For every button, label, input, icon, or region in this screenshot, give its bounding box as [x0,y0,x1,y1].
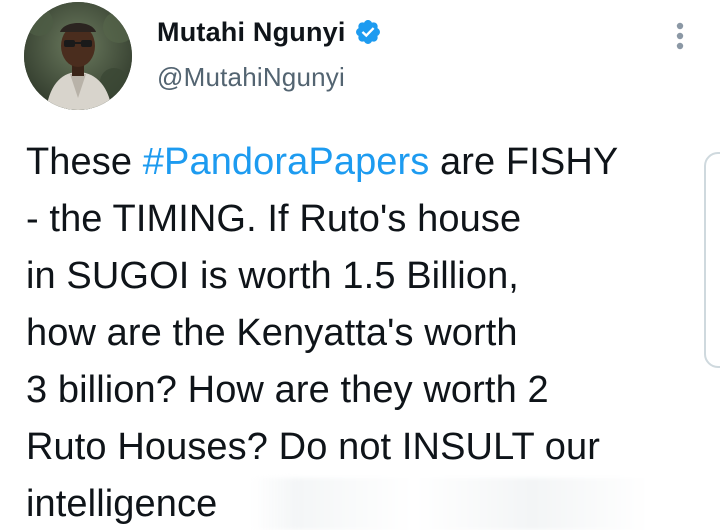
obscured-region [250,478,720,530]
author-name-row[interactable]: Mutahi Ngunyi [157,14,382,50]
author-display-name[interactable]: Mutahi Ngunyi [157,17,346,48]
tweet-card: Mutahi Ngunyi @MutahiNgunyi These #Pando… [0,0,720,530]
avatar[interactable] [24,2,132,110]
adjacent-card-edge [704,152,720,368]
tweet-text-segment: are FISHY [429,141,619,183]
author-handle[interactable]: @MutahiNgunyi [157,62,345,93]
tweet-text-line: These #PandoraPapers are FISHY [26,134,716,191]
tweet-text-line: 3 billion? How are they worth 2 [26,369,549,411]
tweet-text-line: how are the Kenyatta's worth [26,312,518,354]
verified-badge-icon [355,20,380,44]
tweet-text-line: Ruto Houses? Do not INSULT our [26,426,600,468]
tweet-text-segment: These [26,141,143,183]
tweet-text: These #PandoraPapers are FISHY - the TIM… [26,134,716,530]
hashtag-link[interactable]: #PandoraPapers [143,141,430,183]
more-vertical-icon[interactable] [672,18,688,54]
tweet-text-line: - the TIMING. If Ruto's house [26,198,522,240]
profile-photo-icon [24,2,132,110]
tweet-text-line: in SUGOI is worth 1.5 Billion, [26,255,519,297]
